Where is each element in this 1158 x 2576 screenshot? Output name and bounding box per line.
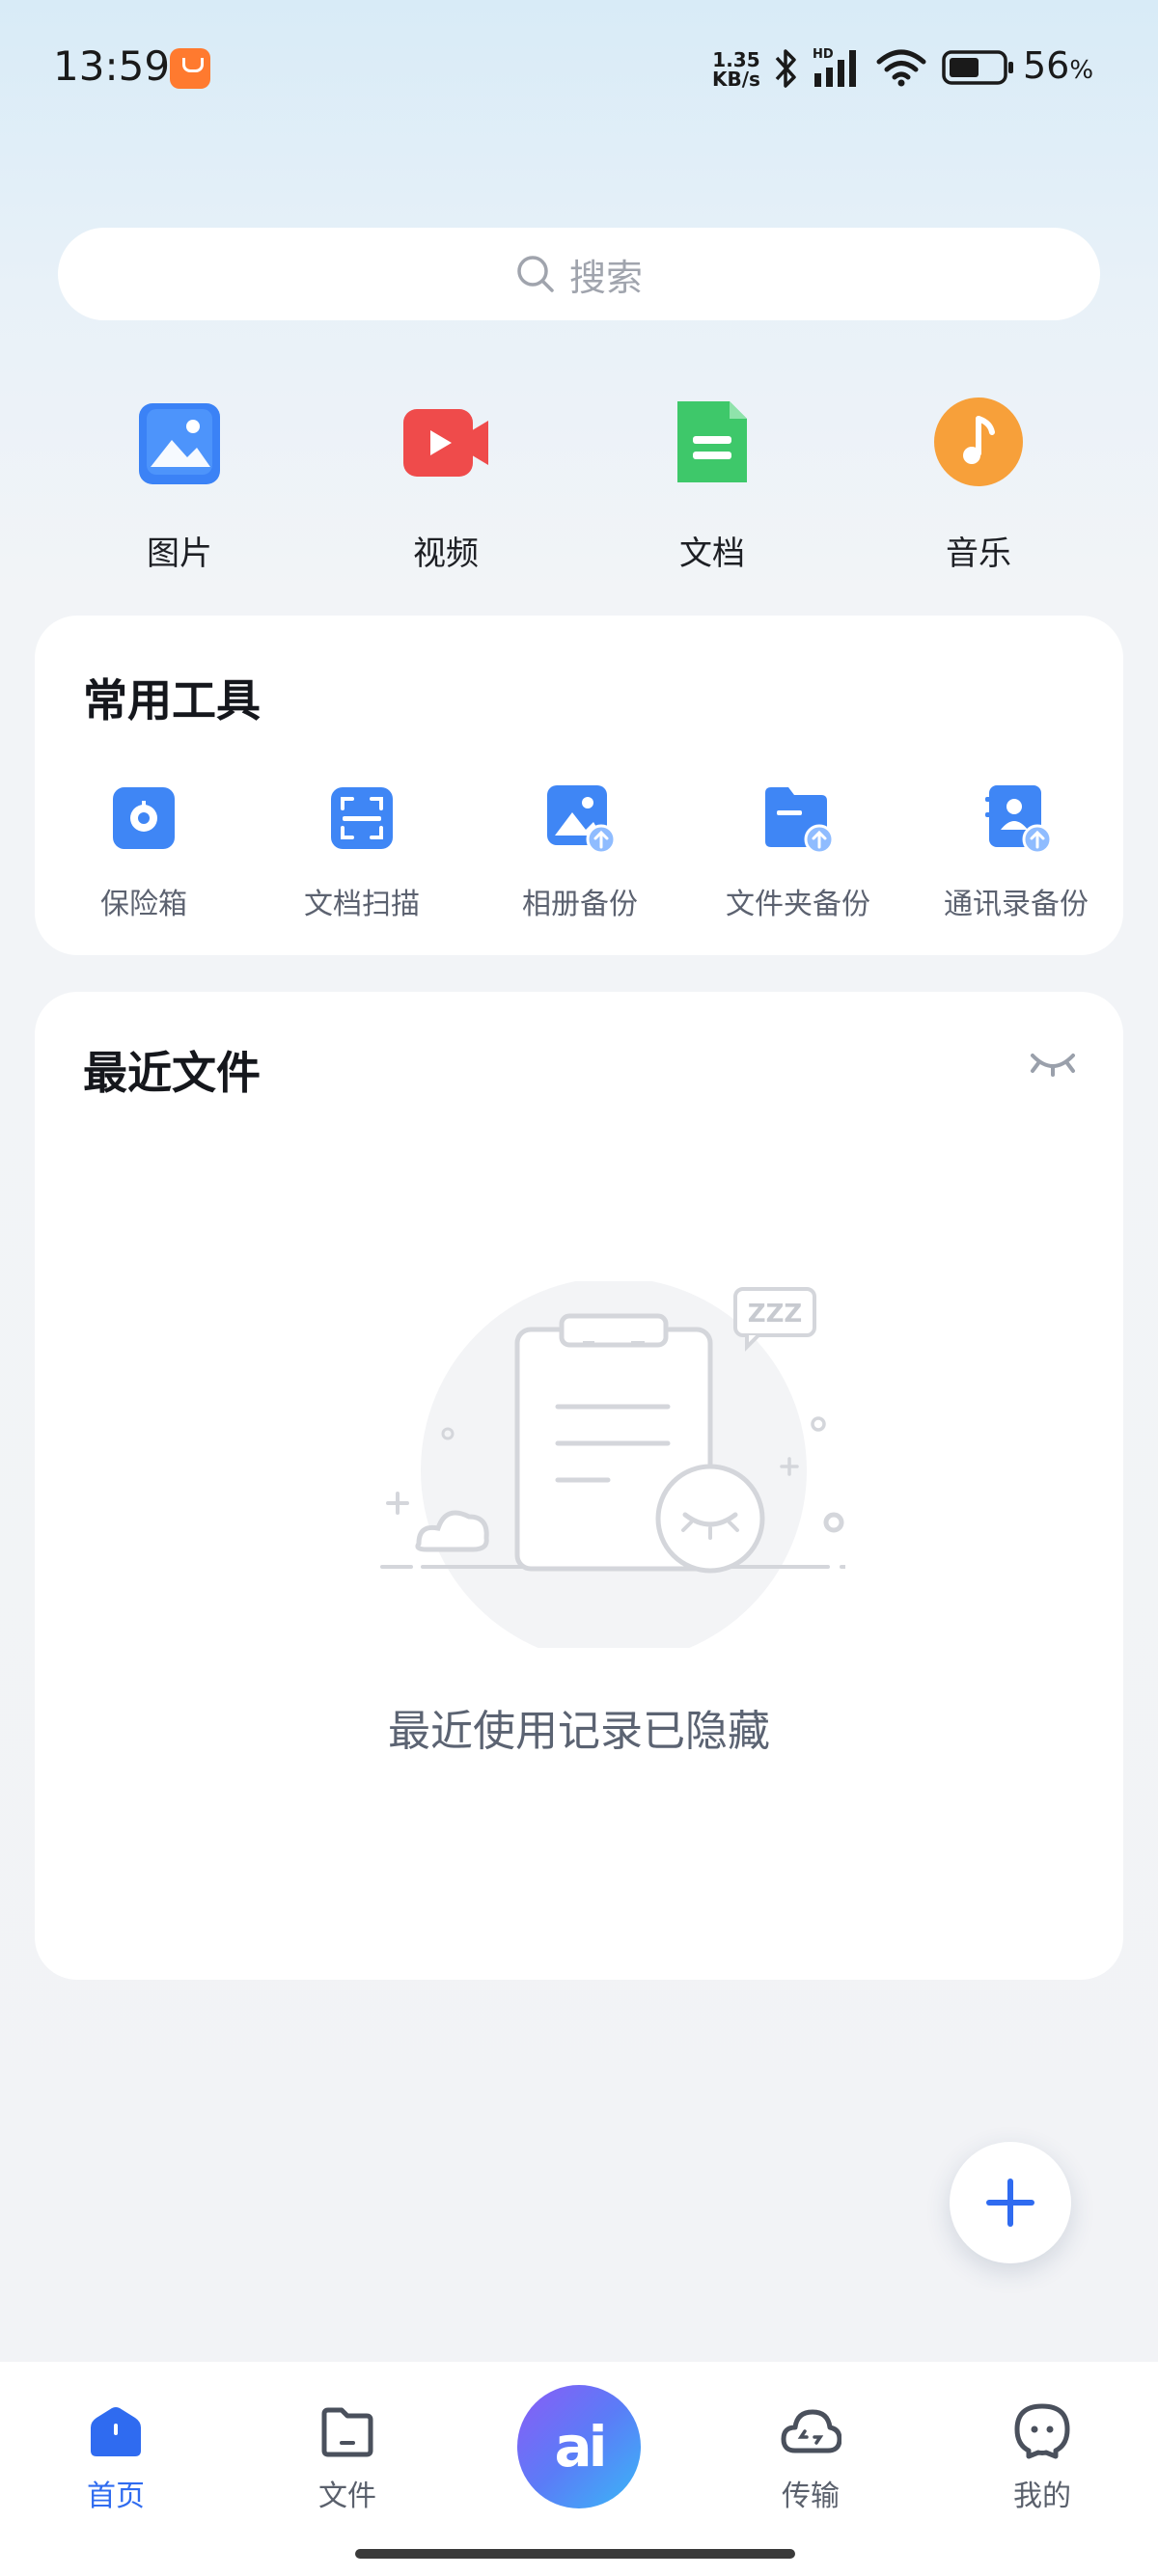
svg-text:ZZZ: ZZZ (748, 1300, 803, 1329)
category-documents[interactable]: 文档 (635, 396, 789, 574)
category-images[interactable]: 图片 (102, 396, 257, 574)
category-music[interactable]: 音乐 (901, 396, 1056, 574)
plus-icon (986, 2179, 1034, 2227)
document-icon (677, 401, 747, 482)
common-tools-card: 常用工具 保险箱 文档扫描 相册备份 文件夹备份 通讯录备份 (35, 616, 1123, 955)
nav-transfer[interactable]: 传输 (733, 2400, 888, 2514)
tools-title: 常用工具 (83, 674, 261, 726)
eye-closed-icon[interactable] (1029, 1048, 1077, 1077)
image-icon (139, 403, 220, 484)
recent-title: 最近文件 (83, 1047, 261, 1099)
status-time: 13:59 (53, 42, 171, 90)
wifi-icon (876, 49, 926, 87)
profile-icon (1014, 2403, 1070, 2459)
tool-album-backup[interactable]: 相册备份 (471, 780, 689, 922)
bluetooth-icon (775, 49, 796, 88)
tool-folder-backup[interactable]: 文件夹备份 (689, 780, 907, 922)
home-indicator[interactable] (355, 2549, 795, 2559)
nav-profile[interactable]: 我的 (965, 2400, 1119, 2514)
svg-text:HD: HD (813, 47, 834, 62)
tool-safe-box[interactable]: 保险箱 (35, 780, 253, 922)
status-bar: 13:59 1.35 KB/s HD 56% (0, 0, 1158, 135)
video-icon (403, 409, 488, 477)
recent-files-card: 最近文件 ZZZ 最近使用记录已隐藏 (35, 992, 1123, 1980)
folder-icon (321, 2407, 373, 2457)
cloud-transfer-icon (781, 2409, 842, 2453)
safe-icon (113, 787, 175, 849)
empty-state-text: 最近使用记录已隐藏 (388, 1707, 770, 1756)
add-button[interactable] (950, 2142, 1071, 2263)
home-icon (91, 2407, 141, 2456)
folder-backup-icon (765, 787, 835, 855)
category-videos[interactable]: 视频 (369, 396, 523, 574)
tool-contacts-backup[interactable]: 通讯录备份 (907, 780, 1125, 922)
search-icon (517, 256, 554, 292)
album-backup-icon (547, 785, 617, 855)
nav-files[interactable]: 文件 (270, 2400, 425, 2514)
network-speed: 1.35 KB/s (712, 48, 760, 91)
tool-document-scan[interactable]: 文档扫描 (253, 780, 471, 922)
ai-assistant-button[interactable]: ai (517, 2385, 641, 2508)
bottom-navigation: 首页 文件 ai 传输 我的 (0, 2362, 1158, 2576)
battery-percent: 56% (1023, 44, 1094, 87)
battery-icon (942, 50, 1013, 85)
search-input[interactable]: 搜索 (58, 228, 1100, 320)
music-icon (934, 397, 1023, 486)
contacts-backup-icon (985, 785, 1053, 855)
shopping-app-notification-icon (170, 48, 210, 89)
empty-state-illustration: ZZZ (380, 1281, 845, 1648)
nav-home[interactable]: 首页 (39, 2400, 193, 2514)
scan-icon (331, 787, 393, 849)
cellular-signal-icon: HD (813, 47, 856, 87)
search-placeholder: 搜索 (568, 256, 643, 299)
